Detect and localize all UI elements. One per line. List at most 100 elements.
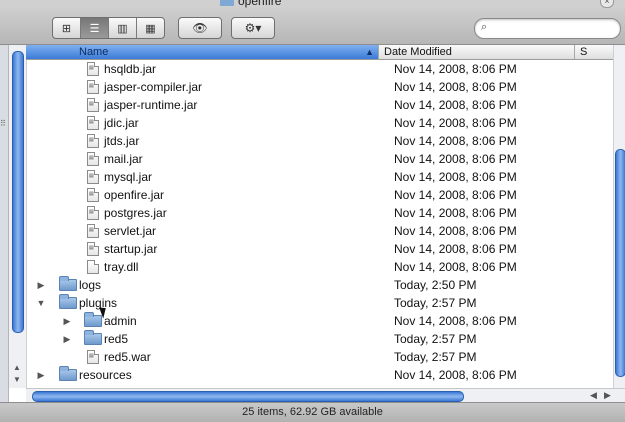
jar-file-icon: ▤ <box>87 224 99 238</box>
list-item[interactable]: ▶ resources Nov 14, 2008, 8:06 PM <box>26 366 615 384</box>
gear-icon: ⚙▾ <box>244 21 262 35</box>
file-name: jasper-runtime.jar <box>104 98 198 112</box>
list-item[interactable]: ▤servlet.jarNov 14, 2008, 8:06 PM13 <box>26 222 625 240</box>
jar-file-icon: ▤ <box>87 242 99 256</box>
scroll-up-arrow[interactable]: ▲ <box>13 363 21 372</box>
name-column-header[interactable]: Name ▲ <box>26 45 379 59</box>
date-column-header[interactable]: Date Modified <box>379 45 575 59</box>
jar-file-icon: ▤ <box>87 152 99 166</box>
date-modified: Nov 14, 2008, 8:06 PM <box>394 224 517 238</box>
date-modified: Nov 14, 2008, 8:06 PM <box>394 98 517 112</box>
date-modified: Nov 14, 2008, 8:06 PM <box>394 152 517 166</box>
list-item[interactable]: ▤openfire.jarNov 14, 2008, 8:06 PM6. <box>26 186 625 204</box>
date-modified: Nov 14, 2008, 8:06 PM <box>394 170 517 184</box>
file-name: red5.war <box>104 350 151 364</box>
right-scrollbar[interactable] <box>613 45 625 388</box>
disclosure-collapsed-icon[interactable]: ▶ <box>62 312 72 330</box>
file-name: postgres.jar <box>104 206 167 220</box>
file-name: openfire.jar <box>104 188 165 202</box>
list-item[interactable]: tray.dllNov 14, 2008, 8:06 PM5 <box>26 258 625 276</box>
action-menu-button[interactable]: ⚙▾ <box>231 17 275 39</box>
list-item[interactable]: ▶ admin Nov 14, 2008, 8:06 PM <box>26 312 615 330</box>
date-modified: Nov 14, 2008, 8:06 PM <box>394 62 517 76</box>
jar-file-icon: ▤ <box>87 206 99 220</box>
date-modified: Nov 14, 2008, 8:06 PM <box>394 134 517 148</box>
jar-file-icon: ▤ <box>87 188 99 202</box>
sidebar-edge: ⠿ <box>0 45 9 402</box>
quicklook-button[interactable]: 👁 <box>178 17 222 39</box>
file-name: servlet.jar <box>104 224 157 238</box>
jar-file-icon: ▤ <box>87 134 99 148</box>
list-item[interactable]: ▶ logs Today, 2:50 PM <box>26 276 615 294</box>
toolbar: ⊞ ☰ ▥ ▦ 👁 ⚙▾ ⌕ <box>0 8 625 45</box>
list-item[interactable]: ▤ jasper-runtime.jar Nov 14, 2008, 8:06 PM… <box>26 96 625 114</box>
list-item[interactable]: ▤red5.warToday, 2:57 PM30. <box>26 348 625 366</box>
file-name: startup.jar <box>104 242 158 256</box>
list-item[interactable]: ▤mail.jarNov 14, 2008, 8:06 PM35 <box>26 150 625 168</box>
window-title: openfire <box>238 0 282 8</box>
jar-file-icon: ▤ <box>87 350 99 364</box>
date-modified: Nov 14, 2008, 8:06 PM <box>394 188 517 202</box>
file-rows: ▤hsqldb.jarNov 14, 2008, 8:06 PM62▤jaspe… <box>26 60 625 384</box>
search-input[interactable] <box>495 20 617 37</box>
list-item[interactable]: ▤startup.jarNov 14, 2008, 8:06 PM7 <box>26 240 625 258</box>
disclosure-collapsed-icon[interactable]: ▶ <box>36 366 46 384</box>
folder-icon <box>59 276 77 291</box>
file-name: jasper-compiler.jar <box>104 80 203 94</box>
date-modified: Nov 14, 2008, 8:06 PM <box>394 368 517 382</box>
list-item[interactable]: ▼ plugins Today, 2:57 PM <box>26 294 615 312</box>
jar-file-icon: ▤ <box>87 170 99 184</box>
file-list-pane: ▲ ▼ Name ▲ Date Modified S ▤ hsqldb.jar No… <box>9 45 625 402</box>
jar-file-icon: ▤ <box>87 80 99 94</box>
list-item[interactable]: ▤postgres.jarNov 14, 2008, 8:06 PM42 <box>26 204 625 222</box>
date-modified: Today, 2:57 PM <box>394 350 477 364</box>
status-bar: 25 items, 62.92 GB available <box>0 402 625 422</box>
scroll-right-arrow[interactable]: ▶ <box>604 390 611 401</box>
list-item[interactable]: ▤jdic.jarNov 14, 2008, 8:06 PM7 <box>26 114 625 132</box>
date-modified: Today, 2:57 PM <box>394 332 477 346</box>
list-view-button[interactable]: ☰ <box>81 18 109 38</box>
icon-view-button[interactable]: ⊞ <box>53 18 81 38</box>
list-item[interactable]: ▤jtds.jarNov 14, 2008, 8:06 PM28 <box>26 132 625 150</box>
sidebar-resize-handle[interactable]: ⠿ <box>0 119 6 128</box>
column-header: Name ▲ Date Modified S <box>26 45 625 60</box>
jar-file-icon: ▤ <box>87 98 99 112</box>
left-scrollbar[interactable]: ▲ ▼ <box>9 45 27 388</box>
file-name: logs <box>79 278 102 292</box>
scroll-down-arrow[interactable]: ▼ <box>13 375 21 384</box>
file-name: admin <box>104 314 137 328</box>
file-name: tray.dll <box>104 260 139 274</box>
search-field[interactable]: ⌕ <box>474 18 621 39</box>
folder-icon <box>59 366 77 381</box>
file-name: hsqldb.jar <box>104 62 157 76</box>
file-name: jtds.jar <box>104 134 140 148</box>
list-item[interactable]: ▤hsqldb.jarNov 14, 2008, 8:06 PM62 <box>26 60 625 78</box>
coverflow-view-button[interactable]: ▦ <box>137 18 164 38</box>
scroll-left-arrow[interactable]: ◀ <box>590 390 597 401</box>
date-modified: Nov 14, 2008, 8:06 PM <box>394 80 517 94</box>
disclosure-expanded-icon[interactable]: ▼ <box>36 294 46 312</box>
document-icon <box>87 260 99 274</box>
list-item[interactable]: ▶ red5 Today, 2:57 PM <box>26 330 615 348</box>
disclosure-collapsed-icon[interactable]: ▶ <box>36 276 46 294</box>
search-icon: ⌕ <box>481 21 488 33</box>
list-item[interactable]: ▤ jasper-compiler.jar Nov 14, 2008, 8:06 P… <box>26 78 625 96</box>
left-scroll-thumb[interactable] <box>12 51 24 333</box>
view-mode-control: ⊞ ☰ ▥ ▦ <box>52 17 165 39</box>
close-icon[interactable]: × <box>600 0 614 8</box>
title-bar: openfire × <box>0 0 625 8</box>
folder-icon <box>84 312 102 327</box>
folder-icon <box>220 0 234 6</box>
disclosure-collapsed-icon[interactable]: ▶ <box>62 330 72 348</box>
column-view-button[interactable]: ▥ <box>109 18 137 38</box>
list-item[interactable]: ▤mysql.jarNov 14, 2008, 8:06 PM53 <box>26 168 625 186</box>
horizontal-scrollbar[interactable]: ◀ ▶ <box>26 388 625 402</box>
right-scroll-thumb[interactable] <box>615 149 625 377</box>
file-name: resources <box>79 368 132 382</box>
date-modified: Nov 14, 2008, 8:06 PM <box>394 260 517 274</box>
date-modified: Nov 14, 2008, 8:06 PM <box>394 314 517 328</box>
date-modified: Nov 14, 2008, 8:06 PM <box>394 116 517 130</box>
file-name: jdic.jar <box>104 116 139 130</box>
horizontal-scroll-thumb[interactable] <box>32 391 464 402</box>
folder-icon <box>84 330 102 345</box>
